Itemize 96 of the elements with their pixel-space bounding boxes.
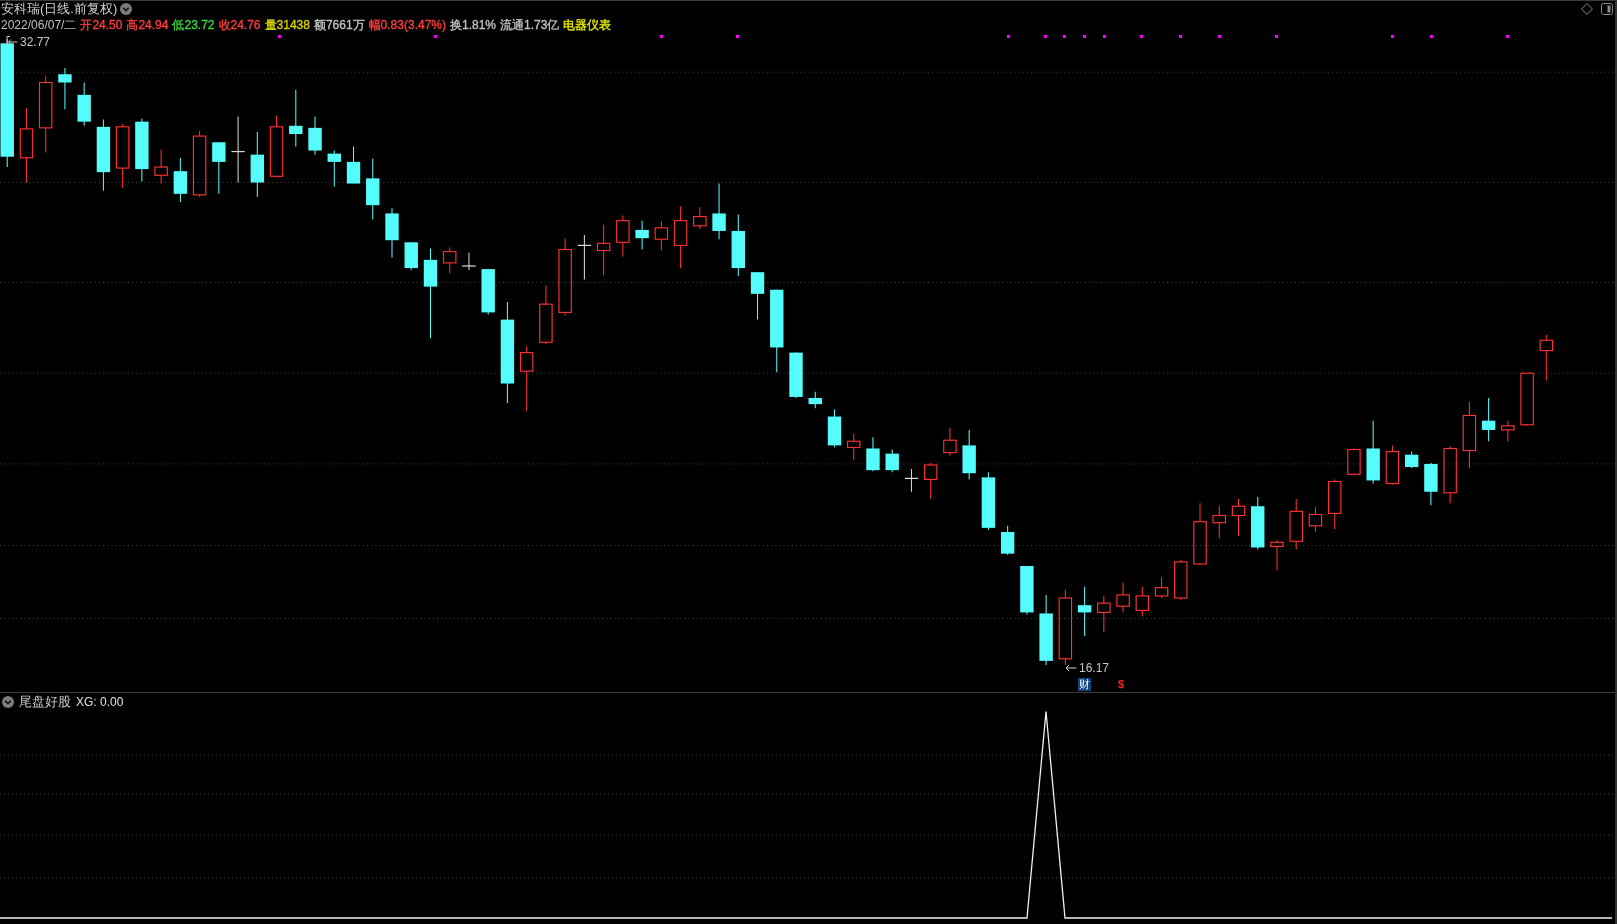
candlestick (1481, 397, 1496, 442)
candlestick (1174, 559, 1188, 601)
candlestick (519, 345, 534, 412)
candlestick (308, 116, 322, 156)
corner-arrow-icon (6, 36, 18, 47)
candlestick (1097, 595, 1111, 633)
candlestick (346, 145, 361, 185)
candlestick (115, 123, 130, 189)
candlestick (962, 429, 976, 480)
candlestick (981, 471, 996, 531)
candlestick (212, 141, 226, 195)
quote-field: 流通1.73亿 (500, 17, 560, 33)
candlestick (1347, 447, 1361, 476)
candlestick (366, 158, 380, 221)
candlestick (1231, 498, 1246, 537)
candlestick (1039, 594, 1053, 666)
indicator-reading: XG: 0.00 (76, 694, 124, 709)
candlestick (269, 114, 284, 178)
candlestick (596, 224, 611, 276)
candlestick (404, 241, 418, 271)
quote-field: 换1.81% (450, 17, 496, 33)
quote-field: 高24.94 (126, 17, 169, 33)
candlestick (385, 207, 399, 259)
candlestick (731, 213, 745, 277)
dropdown-chevron-icon[interactable] (120, 3, 133, 15)
candlestick (712, 183, 726, 240)
candlestick (808, 391, 822, 409)
candlestick (750, 271, 765, 321)
candlestick (135, 118, 149, 182)
candlestick (289, 89, 303, 147)
quote-field: 开24.50 (80, 17, 123, 33)
candlestick (1251, 496, 1265, 551)
candlestick (250, 131, 265, 198)
candlestick (1462, 401, 1477, 469)
candlestick (1270, 539, 1284, 571)
panel-toggle-icon[interactable] (1601, 3, 1613, 15)
candlestick (1000, 525, 1015, 556)
candlestick (943, 427, 957, 457)
candlestick (1154, 576, 1169, 599)
price-low-label: 16.17 (1079, 661, 1110, 675)
candlestick (1385, 444, 1400, 486)
candlestick (923, 462, 938, 500)
left-arrow-icon (1065, 664, 1077, 672)
candlestick (827, 408, 842, 448)
candlestick (77, 81, 91, 127)
candlestick (230, 116, 246, 183)
candlestick (539, 285, 553, 345)
candlestick (1020, 565, 1034, 615)
candlestick (1212, 505, 1227, 539)
candlestick (327, 150, 341, 188)
quote-date: 2022/06/07/二 (1, 17, 77, 33)
candlestick (789, 352, 803, 399)
dropdown-chevron-icon[interactable] (2, 695, 14, 708)
candlestick (1116, 582, 1130, 613)
candlestick (481, 268, 495, 315)
candlestick (635, 220, 649, 251)
quote-field: 收24.76 (218, 17, 261, 33)
candlestick (885, 449, 899, 473)
indicator-name: 尾盘好股 (19, 692, 71, 711)
candlestick (1289, 498, 1303, 551)
candlestick (673, 205, 688, 269)
candlestick (616, 214, 630, 258)
quote-field: 电器仪表 (563, 17, 612, 33)
candlestick (1501, 420, 1515, 442)
candlestick (693, 206, 707, 230)
quote-field: 幅0.83(3.47%) (368, 17, 446, 33)
quote-field: 额7661万 (313, 17, 365, 33)
candlestick (1327, 478, 1342, 530)
candlestick (847, 433, 861, 461)
candlestick (461, 252, 477, 271)
candlestick (1539, 334, 1554, 381)
candlestick (1443, 445, 1457, 504)
price-high-label: 32.77 (20, 35, 51, 49)
candlestick (173, 157, 188, 203)
dividend-marker[interactable]: $ (1118, 678, 1125, 691)
candlestick (1193, 502, 1207, 566)
quote-field: 低23.72 (172, 17, 215, 33)
candlestick (1135, 586, 1150, 618)
candlestick (192, 130, 207, 198)
candlestick (1308, 506, 1323, 533)
candlestick (654, 220, 669, 252)
candlestick (1424, 462, 1438, 506)
quote-field: 量31438 (264, 17, 310, 33)
chart-title: 安科瑞(日线.前复权) (0, 1, 118, 17)
candlestick (1077, 586, 1092, 637)
candlestick (1404, 451, 1419, 469)
candlestick (577, 234, 592, 280)
candlestick (1366, 420, 1380, 485)
candlestick (866, 436, 880, 472)
candlestick (442, 246, 457, 274)
candlestick (1520, 372, 1534, 427)
diamond-icon[interactable] (1581, 3, 1593, 15)
candlestick (154, 149, 168, 185)
finance-badge[interactable]: 财 (1078, 678, 1091, 691)
candlestick (58, 67, 72, 110)
candlestick (904, 468, 919, 493)
